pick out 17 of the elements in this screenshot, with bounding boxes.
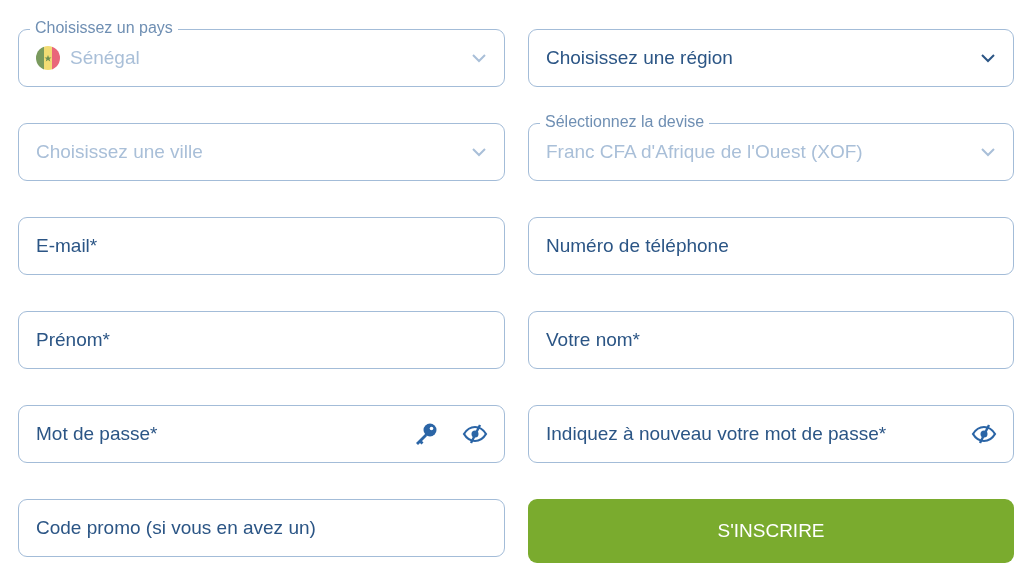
field-label: Choisissez un pays xyxy=(30,19,178,37)
password-field[interactable]: Indiquez à nouveau votre mot de passe* xyxy=(528,405,1014,463)
register-button[interactable]: S'INSCRIRE xyxy=(528,499,1014,563)
chevron-down-icon xyxy=(471,147,487,157)
password-field[interactable]: Mot de passe* xyxy=(18,405,505,463)
input-field[interactable]: Prénom* xyxy=(18,311,505,369)
chevron-down-icon xyxy=(471,53,487,63)
input-field[interactable]: Numéro de téléphone xyxy=(528,217,1014,275)
input-field[interactable]: Code promo (si vous en avez un) xyxy=(18,499,505,557)
eye-slash-icon[interactable] xyxy=(462,424,488,444)
eye-slash-icon[interactable] xyxy=(971,424,997,444)
chevron-down-icon xyxy=(980,147,996,157)
input-field[interactable]: E-mail* xyxy=(18,217,505,275)
input-field[interactable]: Votre nom* xyxy=(528,311,1014,369)
dropdown[interactable]: Choisissez une région xyxy=(528,29,1014,87)
chevron-down-icon xyxy=(980,53,996,63)
key-icon[interactable] xyxy=(414,422,438,446)
